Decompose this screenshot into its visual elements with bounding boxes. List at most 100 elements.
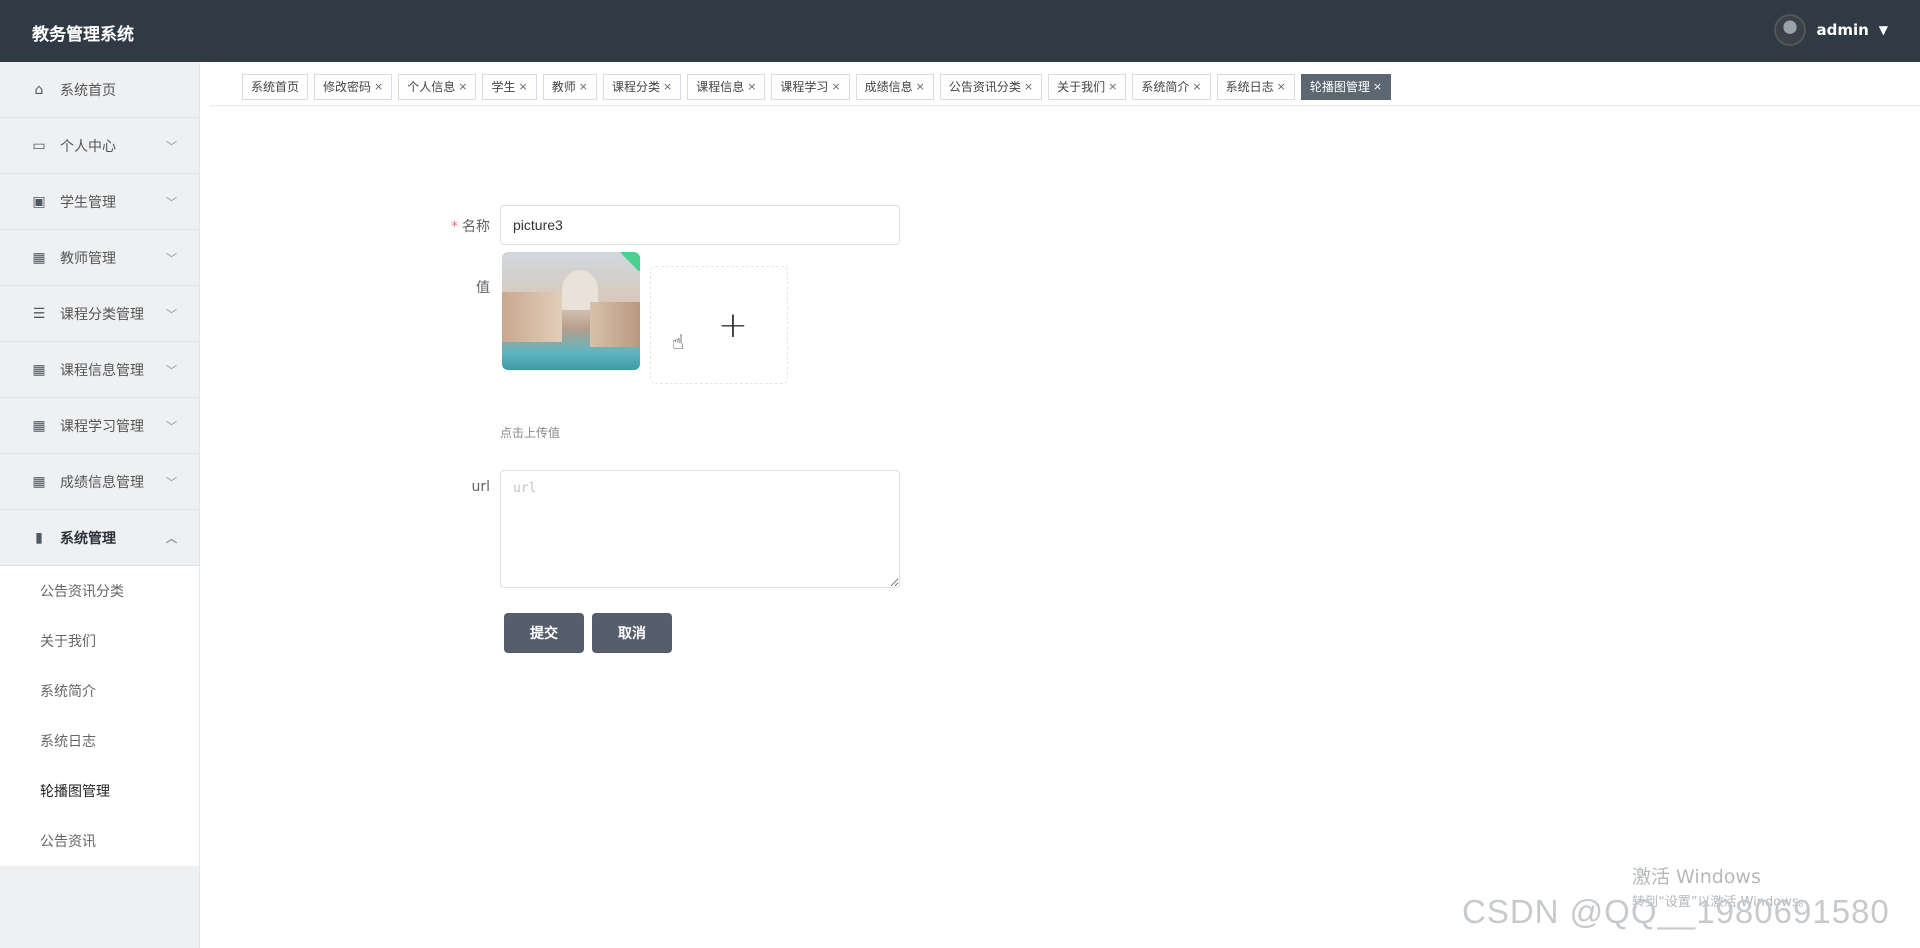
tab[interactable]: 课程分类 × <box>602 73 682 100</box>
home-icon: ⌂ <box>34 81 44 98</box>
chevron-down-icon: ﹀ <box>166 251 177 265</box>
close-icon[interactable]: × <box>579 80 588 93</box>
caret-down-icon[interactable]: ▼ <box>1879 23 1888 37</box>
tab-bar: 系统首页 修改密码 × 个人信息 × 学生 × 教师 × 课程分类 × 课程信息 × 课程学习 × 成绩信息 ×… <box>210 68 1920 106</box>
tab-label: 课程信息 <box>696 80 745 94</box>
hand-cursor-icon: ☝ <box>672 330 685 354</box>
sidebar-menu: ⌂ 系统首页 ▭ 个人中心 ﹀ ▣ 学生管理 ﹀ ▦ 教师管理 ﹀ ☰ 课程分类管理 ﹀ ▦ 课程信息管理 ﹀ ▦… <box>0 62 199 866</box>
value-label: 值 <box>476 280 490 296</box>
tab-label: 学生 <box>491 80 516 94</box>
close-icon[interactable]: × <box>519 80 528 93</box>
url-textarea[interactable] <box>500 470 900 588</box>
tab[interactable]: 系统日志 × <box>1216 73 1295 100</box>
name-label-text: 名称 <box>462 219 490 235</box>
system-submenu: 公告资讯分类 关于我们 系统简介 系统日志 轮播图管理 公告资讯 <box>0 566 199 866</box>
sidebar-item-label: 学生管理 <box>60 194 116 211</box>
sidebar-item[interactable]: ⌂ 系统首页 <box>0 62 199 118</box>
submenu-item[interactable]: 公告资讯 <box>0 816 199 866</box>
books-icon: ▮ <box>35 529 43 546</box>
grid-icon: ▦ <box>32 361 46 378</box>
close-icon[interactable]: × <box>1108 80 1117 93</box>
uploaded-image-thumbnail[interactable] <box>502 252 640 370</box>
close-icon[interactable]: × <box>458 80 467 93</box>
tab-label: 课程学习 <box>780 80 829 94</box>
sidebar-item[interactable]: ▦ 教师管理 ﹀ <box>0 230 199 286</box>
tab[interactable]: 个人信息 × <box>398 73 477 100</box>
chevron-down-icon: ﹀ <box>166 363 177 377</box>
tab-label: 关于我们 <box>1057 80 1106 94</box>
card-icon: ▭ <box>32 137 46 154</box>
close-icon[interactable]: × <box>1277 80 1286 93</box>
chevron-up-icon: ︿ <box>166 531 177 545</box>
username[interactable]: admin <box>1816 21 1868 39</box>
tab[interactable]: 轮播图管理 × <box>1300 73 1392 100</box>
close-icon[interactable]: × <box>374 80 383 93</box>
submit-button[interactable]: 提交 <box>504 613 584 653</box>
sidebar-item[interactable]: ▣ 学生管理 ﹀ <box>0 174 199 230</box>
tab[interactable]: 课程学习 × <box>771 73 850 100</box>
tab[interactable]: 教师 × <box>542 73 597 100</box>
submenu-item[interactable]: 关于我们 <box>0 616 199 666</box>
avatar[interactable] <box>1774 14 1807 46</box>
success-corner-badge <box>620 252 640 272</box>
sidebar-item[interactable]: ▭ 个人中心 ﹀ <box>0 118 199 174</box>
tab-label: 修改密码 <box>323 80 372 94</box>
tab[interactable]: 系统首页 <box>242 73 309 100</box>
url-label: url <box>471 479 490 495</box>
app-title: 教务管理系统 <box>32 25 134 45</box>
close-icon[interactable]: × <box>1024 80 1033 93</box>
csdn-watermark: CSDN @QQ__1980691580 <box>1462 893 1890 930</box>
tab-label: 系统简介 <box>1141 80 1190 94</box>
close-icon[interactable]: × <box>747 80 756 93</box>
chevron-down-icon: ﹀ <box>166 195 177 209</box>
sidebar-item[interactable]: ☰ 课程分类管理 ﹀ <box>0 286 199 342</box>
close-icon[interactable]: × <box>663 80 672 93</box>
tab[interactable]: 关于我们 × <box>1048 73 1127 100</box>
chevron-down-icon: ﹀ <box>166 419 177 433</box>
tab[interactable]: 修改密码 × <box>314 73 393 100</box>
user-menu[interactable]: admin ▼ <box>1774 14 1888 46</box>
sidebar-item[interactable]: ▮ 系统管理 ︿ <box>0 510 199 566</box>
windows-watermark-line1: 激活 Windows <box>1632 866 1761 888</box>
sidebar-item[interactable]: ▦ 课程信息管理 ﹀ <box>0 342 199 398</box>
submenu-item[interactable]: 系统简介 <box>0 666 199 716</box>
close-icon[interactable]: × <box>916 80 925 93</box>
upload-tip: 点击上传值 <box>500 426 561 440</box>
close-icon[interactable]: × <box>831 80 840 93</box>
name-label: * 名称 <box>400 216 490 236</box>
sidebar-item-label: 成绩信息管理 <box>60 474 144 491</box>
sidebar-item[interactable]: ▦ 成绩信息管理 ﹀ <box>0 454 199 510</box>
grid-icon: ▦ <box>32 417 46 434</box>
tab[interactable]: 课程信息 × <box>687 73 766 100</box>
cancel-button[interactable]: 取消 <box>592 613 672 653</box>
tab-label: 课程分类 <box>611 80 660 94</box>
sidebar: ⌂ 系统首页 ▭ 个人中心 ﹀ ▣ 学生管理 ﹀ ▦ 教师管理 ﹀ ☰ 课程分类管理 ﹀ ▦ 课程信息管理 ﹀ ▦… <box>0 62 200 948</box>
sidebar-item-label: 系统首页 <box>60 82 116 99</box>
tab-label: 轮播图管理 <box>1309 80 1370 94</box>
tab-label: 公告资讯分类 <box>948 80 1021 94</box>
sidebar-item-label: 个人中心 <box>60 138 116 155</box>
submenu-item[interactable]: 轮播图管理 <box>0 766 199 816</box>
image-building-left <box>502 292 562 342</box>
sidebar-item-label: 系统管理 <box>60 530 116 547</box>
tab[interactable]: 学生 × <box>482 73 537 100</box>
tab[interactable]: 系统简介 × <box>1132 73 1211 100</box>
close-icon[interactable]: × <box>1192 80 1201 93</box>
sliders-icon: ☰ <box>32 305 46 322</box>
sidebar-item[interactable]: ▦ 课程学习管理 ﹀ <box>0 398 199 454</box>
submenu-item[interactable]: 公告资讯分类 <box>0 566 199 616</box>
close-icon[interactable]: × <box>1373 80 1382 93</box>
tab[interactable]: 公告资讯分类 × <box>939 73 1043 100</box>
name-input[interactable] <box>500 205 900 245</box>
chevron-down-icon: ﹀ <box>166 475 177 489</box>
sidebar-item-label: 课程分类管理 <box>60 306 144 323</box>
upload-button[interactable]: + <box>650 266 788 384</box>
sidebar-item-label: 课程学习管理 <box>60 418 144 435</box>
required-mark: * <box>451 219 458 235</box>
sidebar-item-label: 教师管理 <box>60 250 116 267</box>
chevron-down-icon: ﹀ <box>166 139 177 153</box>
sidebar-item-label: 课程信息管理 <box>60 362 144 379</box>
tab[interactable]: 成绩信息 × <box>855 73 934 100</box>
tab-label: 个人信息 <box>407 80 456 94</box>
submenu-item[interactable]: 系统日志 <box>0 716 199 766</box>
